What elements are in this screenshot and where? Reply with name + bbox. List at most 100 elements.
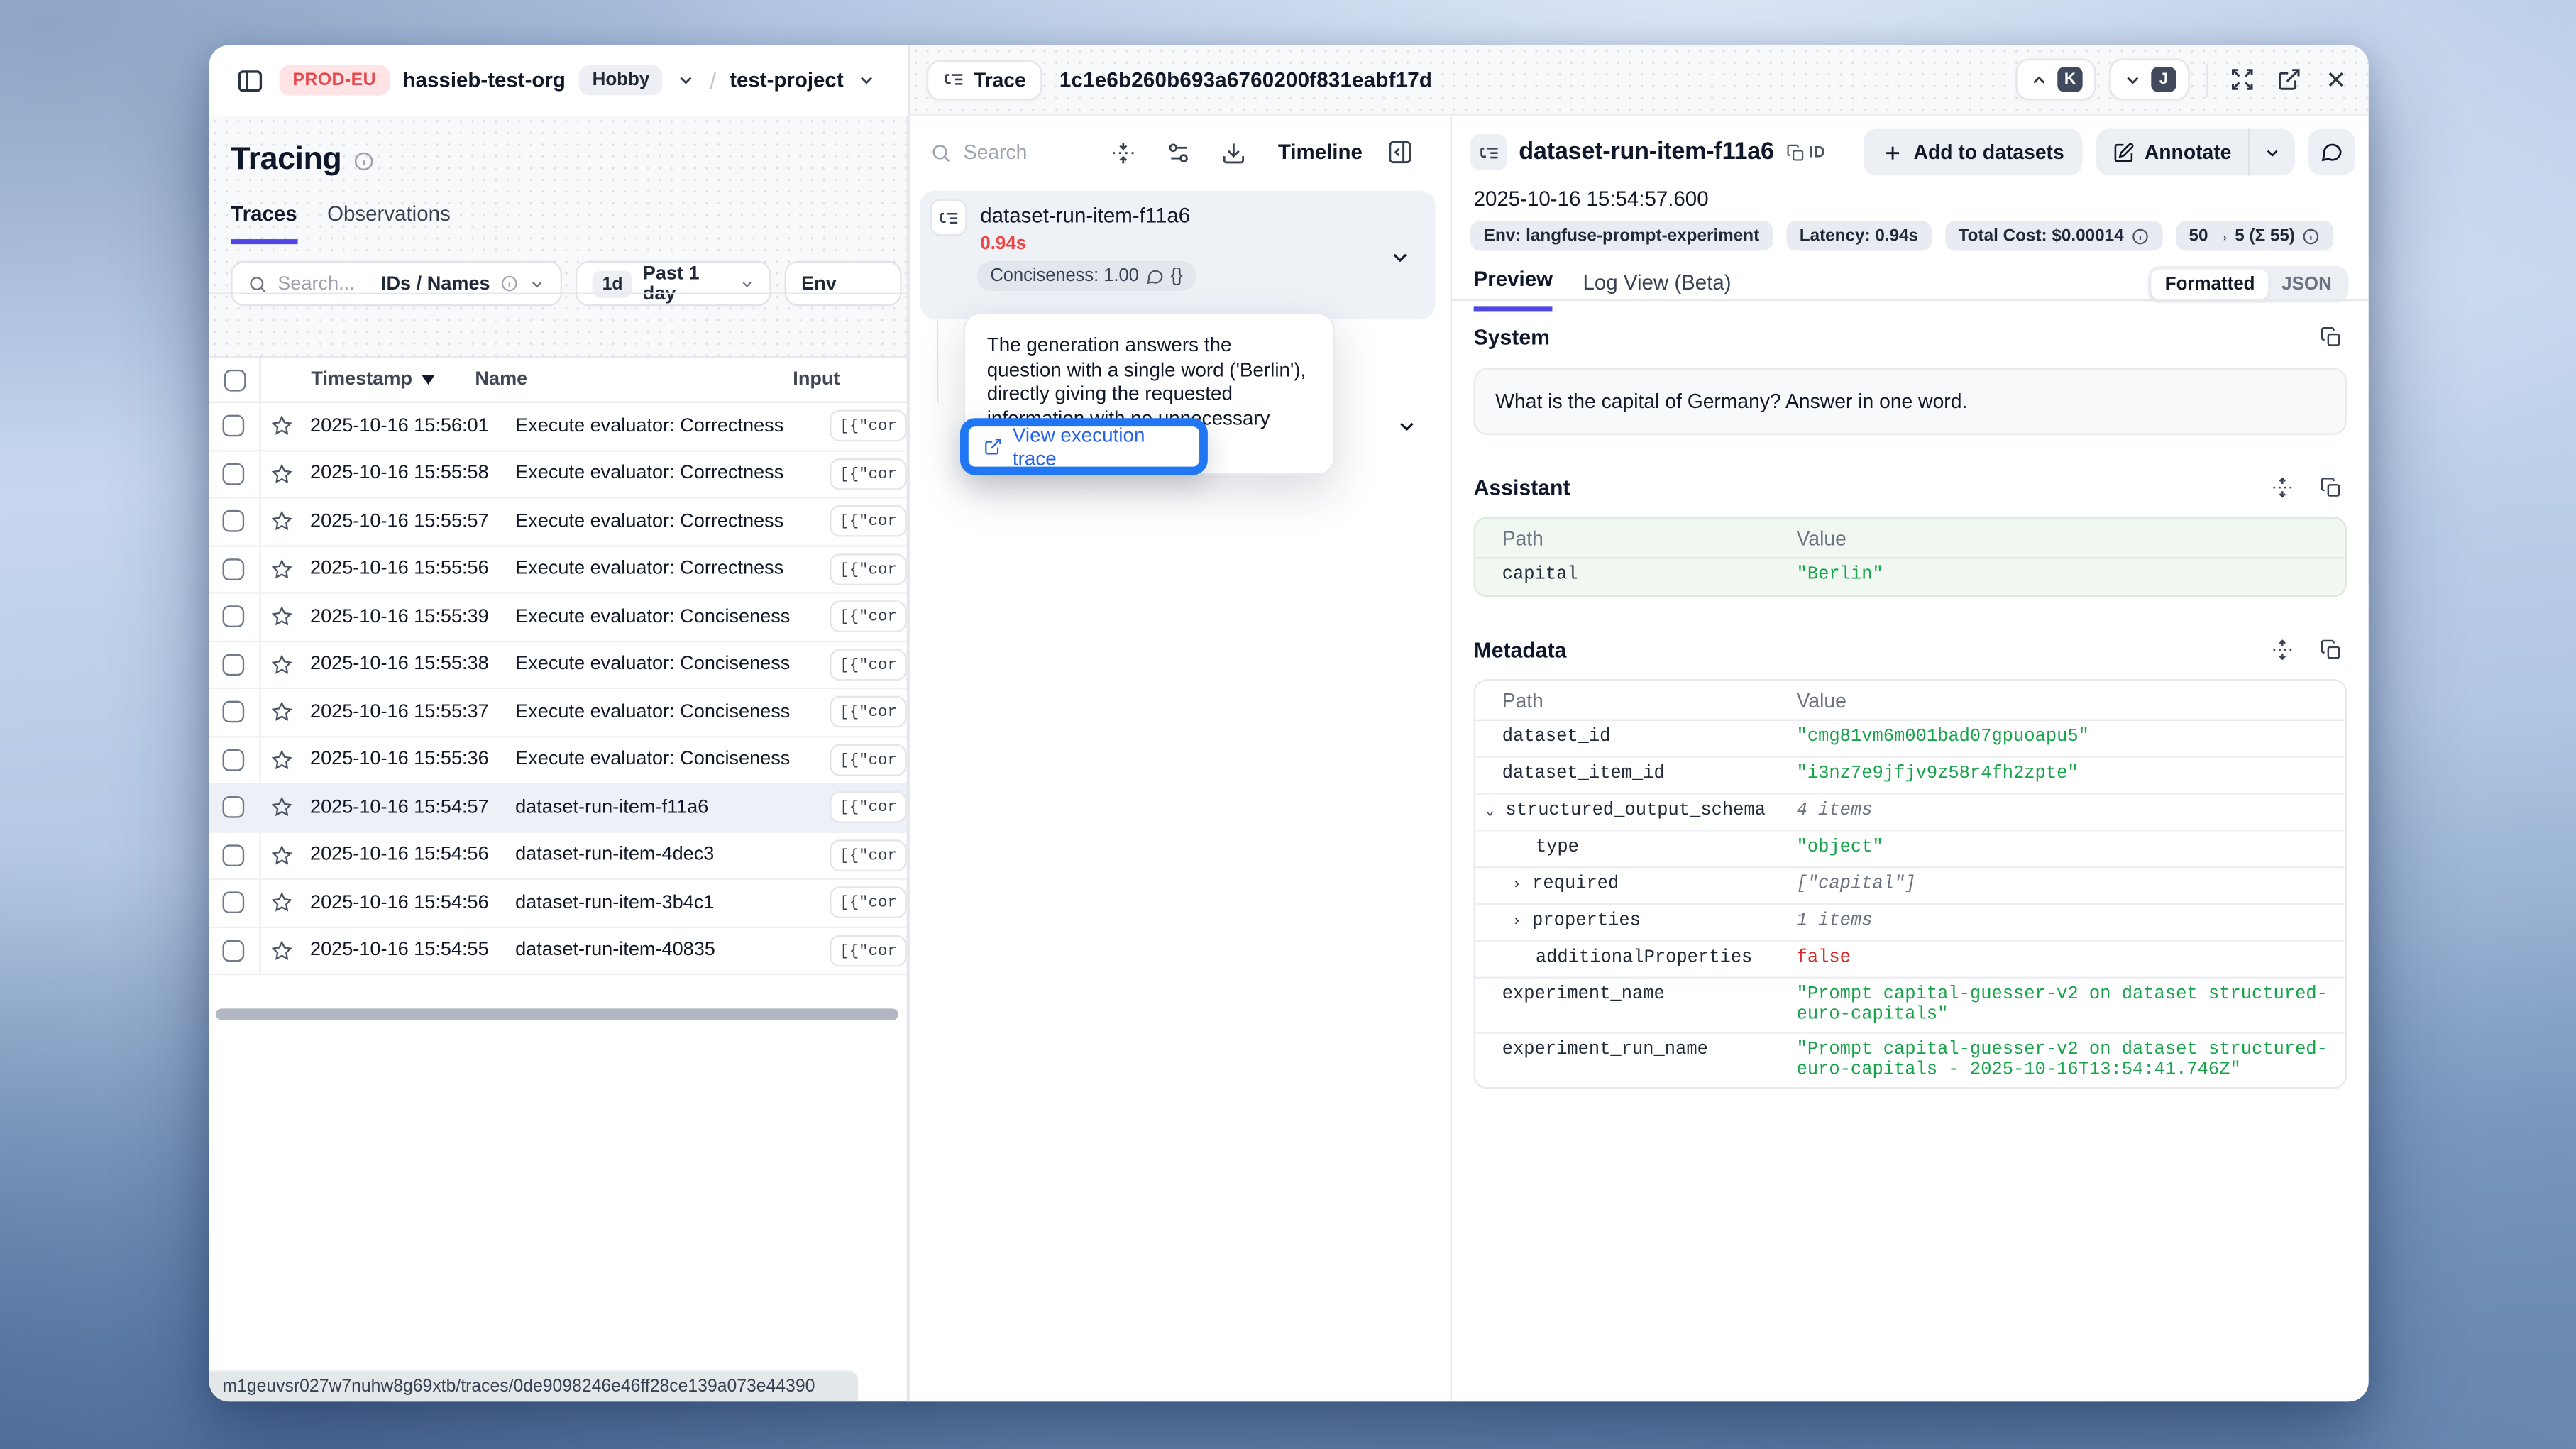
horizontal-scrollbar[interactable] (216, 1008, 898, 1020)
project-chevron-down-icon[interactable] (857, 70, 877, 90)
row-name: Execute evaluator: Correctness (515, 416, 830, 436)
row-checkbox-cell[interactable] (209, 689, 260, 735)
select-all-cell[interactable] (209, 358, 261, 401)
star-icon[interactable] (260, 892, 304, 914)
observation-badges: Env: langfuse-prompt-experiment Latency:… (1470, 221, 2333, 250)
table-row[interactable]: 2025-10-16 15:56:01 Execute evaluator: C… (209, 403, 907, 451)
second-node-chevron-down-icon[interactable] (1395, 415, 1419, 439)
row-checkbox-cell[interactable] (209, 451, 260, 497)
collapse-panel-icon[interactable] (1384, 136, 1417, 169)
key-value-row[interactable]: type "object" (1475, 831, 2345, 868)
row-checkbox-cell[interactable] (209, 927, 260, 974)
view-execution-trace-link[interactable]: View execution trace (984, 423, 1184, 470)
row-checkbox-cell[interactable] (209, 832, 260, 878)
row-checkbox-cell[interactable] (209, 498, 260, 544)
collapse-all-icon[interactable] (1106, 136, 1139, 169)
row-input: [{"cor (830, 696, 906, 728)
download-icon[interactable] (1216, 136, 1250, 169)
table-row[interactable]: 2025-10-16 15:54:56 dataset-run-item-4de… (209, 832, 907, 880)
table-row[interactable]: 2025-10-16 15:55:58 Execute evaluator: C… (209, 451, 907, 498)
tab-preview[interactable]: Preview (1474, 268, 1553, 311)
search-icon (930, 141, 952, 163)
key-value-row[interactable]: dataset_id "cmg81vm6m001bad07gpuoapu5" (1475, 721, 2345, 758)
row-checkbox-cell[interactable] (209, 403, 260, 449)
key-value-row[interactable]: additionalProperties false (1475, 942, 2345, 979)
copy-icon[interactable] (2313, 319, 2347, 353)
key-value-row[interactable]: capital "Berlin" (1475, 558, 2345, 595)
tree-search-input[interactable]: Search (930, 141, 1091, 164)
id-chip[interactable]: ID (1785, 143, 1824, 162)
expand-fullscreen-icon[interactable] (2225, 62, 2258, 96)
open-external-icon[interactable] (2272, 62, 2305, 96)
format-toggle[interactable]: Formatted JSON (2148, 266, 2348, 303)
star-icon[interactable] (260, 940, 304, 962)
tree-settings-icon[interactable] (1161, 136, 1194, 169)
app-header: PROD-EU hassieb-test-org Hobby / test-pr… (209, 45, 908, 116)
tab-observations[interactable]: Observations (327, 202, 451, 244)
star-icon[interactable] (260, 797, 304, 819)
env-filter[interactable]: Env (784, 261, 901, 307)
row-checkbox-cell[interactable] (209, 784, 260, 830)
key-value-row[interactable]: ›properties 1 items (1475, 905, 2345, 942)
table-row[interactable]: 2025-10-16 15:55:37 Execute evaluator: C… (209, 689, 907, 737)
nav-next-button[interactable]: J (2109, 58, 2189, 100)
key-value-row[interactable]: experiment_run_name "Prompt capital-gues… (1475, 1034, 2345, 1087)
search-input[interactable]: Search... IDs / Names (231, 261, 562, 307)
breadcrumb-org[interactable]: hassieb-test-org (403, 69, 566, 92)
star-icon[interactable] (260, 654, 304, 676)
star-icon[interactable] (260, 749, 304, 771)
add-to-datasets-button[interactable]: Add to datasets (1864, 128, 2083, 175)
star-icon[interactable] (260, 606, 304, 628)
comments-button[interactable] (2308, 128, 2355, 175)
timeline-toggle[interactable]: Timeline (1278, 141, 1363, 164)
annotate-dropdown-chevron[interactable] (2248, 128, 2295, 175)
table-row[interactable]: 2025-10-16 15:55:38 Execute evaluator: C… (209, 641, 907, 689)
tab-log-view[interactable]: Log View (Beta) (1583, 270, 1731, 309)
table-row[interactable]: 2025-10-16 15:55:39 Execute evaluator: C… (209, 594, 907, 641)
expand-section-icon[interactable] (2265, 632, 2299, 666)
info-icon[interactable] (353, 150, 375, 172)
column-timestamp[interactable]: Timestamp (261, 370, 475, 390)
star-icon[interactable] (260, 511, 304, 533)
star-icon[interactable] (260, 701, 304, 723)
sidebar-toggle-icon[interactable] (233, 64, 266, 97)
star-icon[interactable] (260, 463, 304, 485)
table-row[interactable]: 2025-10-16 15:54:57 dataset-run-item-f11… (209, 784, 907, 832)
search-scope[interactable]: IDs / Names (381, 273, 490, 293)
star-icon[interactable] (260, 415, 304, 437)
node-latency: 0.94s (980, 234, 1026, 254)
column-name[interactable]: Name (475, 370, 793, 390)
column-input[interactable]: Input (793, 370, 906, 390)
row-checkbox-cell[interactable] (209, 594, 260, 640)
close-icon[interactable] (2318, 62, 2352, 96)
star-icon[interactable] (260, 844, 304, 866)
node-chevron-down-icon[interactable] (1388, 246, 1411, 269)
table-row[interactable]: 2025-10-16 15:55:36 Execute evaluator: C… (209, 737, 907, 784)
table-row[interactable]: 2025-10-16 15:54:56 dataset-run-item-3b4… (209, 880, 907, 927)
table-row[interactable]: 2025-10-16 15:54:55 dataset-run-item-408… (209, 927, 907, 975)
key-value-row[interactable]: ⌄structured_output_schema 4 items (1475, 795, 2345, 832)
score-badge[interactable]: Conciseness: 1.00 {} (977, 261, 1196, 291)
search-placeholder: Search... (277, 273, 355, 293)
tree-node-dataset-run-item[interactable]: dataset-run-item-f11a6 0.94s Conciseness… (920, 191, 1435, 319)
tab-traces[interactable]: Traces (231, 202, 297, 244)
breadcrumb-project[interactable]: test-project (730, 69, 843, 92)
table-row[interactable]: 2025-10-16 15:55:57 Execute evaluator: C… (209, 498, 907, 546)
key-value-row[interactable]: dataset_item_id "i3nz7e9jfjv9z58r4fh2zpt… (1475, 758, 2345, 795)
annotate-button[interactable]: Annotate (2096, 128, 2247, 175)
copy-icon[interactable] (2313, 470, 2347, 503)
row-checkbox-cell[interactable] (209, 880, 260, 926)
row-checkbox-cell[interactable] (209, 737, 260, 783)
key-value-row[interactable]: ›required ["capital"] (1475, 868, 2345, 905)
time-range-filter[interactable]: 1d Past 1 day (576, 261, 771, 307)
nav-previous-button[interactable]: K (2015, 58, 2096, 100)
table-row[interactable]: 2025-10-16 15:55:56 Execute evaluator: C… (209, 546, 907, 594)
row-checkbox-cell[interactable] (209, 641, 260, 688)
row-checkbox-cell[interactable] (209, 546, 260, 593)
star-icon[interactable] (260, 558, 304, 580)
key-value-row[interactable]: experiment_name "Prompt capital-guesser-… (1475, 979, 2345, 1034)
copy-icon[interactable] (2313, 632, 2347, 666)
expand-section-icon[interactable] (2265, 470, 2299, 503)
row-name: Execute evaluator: Conciseness (515, 654, 830, 674)
org-chevron-down-icon[interactable] (676, 70, 696, 90)
